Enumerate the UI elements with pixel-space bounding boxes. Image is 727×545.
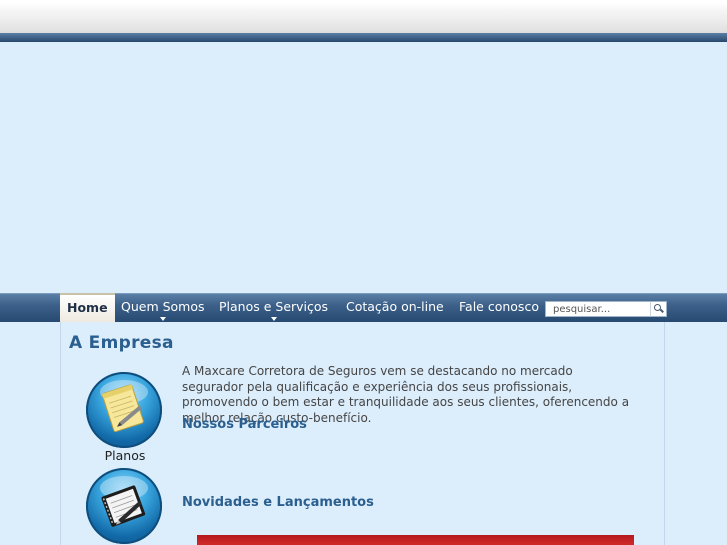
nav-item-fale-conosco[interactable]: Fale conosco (459, 294, 539, 322)
nav-item-label: Planos e Serviços (219, 299, 329, 314)
news-orb (86, 468, 162, 544)
nav-item-quem-somos[interactable]: Quem Somos (121, 294, 205, 322)
featured-banner[interactable] (197, 535, 634, 545)
dropdown-arrow-icon (159, 317, 166, 321)
notepad-pencil-icon (100, 380, 148, 433)
partners-heading[interactable]: Nossos Parceiros (182, 417, 307, 432)
top-header-bar (0, 33, 727, 42)
plans-label: Planos (104, 448, 146, 463)
plans-orb (86, 372, 162, 448)
news-heading[interactable]: Novidades e Lançamentos (182, 495, 374, 510)
page-title: A Empresa (69, 333, 174, 353)
search-button[interactable] (650, 301, 667, 317)
search-input[interactable] (545, 301, 659, 317)
nav-item-label: Quem Somos (121, 299, 205, 314)
nav-item-home[interactable]: Home (60, 293, 115, 322)
top-header-strip (0, 0, 727, 34)
news-tile[interactable] (78, 462, 174, 545)
dropdown-arrow-icon (270, 317, 277, 321)
nav-item-planos-servicos[interactable]: Planos e Serviços (219, 294, 328, 322)
nav-item-cotacao[interactable]: Cotação on-line (346, 294, 444, 322)
plans-tile[interactable]: Planos (78, 366, 174, 463)
notebook-pen-icon (100, 476, 148, 527)
main-nav: Home Quem Somos Planos e Serviços Cotaçã… (0, 293, 727, 322)
